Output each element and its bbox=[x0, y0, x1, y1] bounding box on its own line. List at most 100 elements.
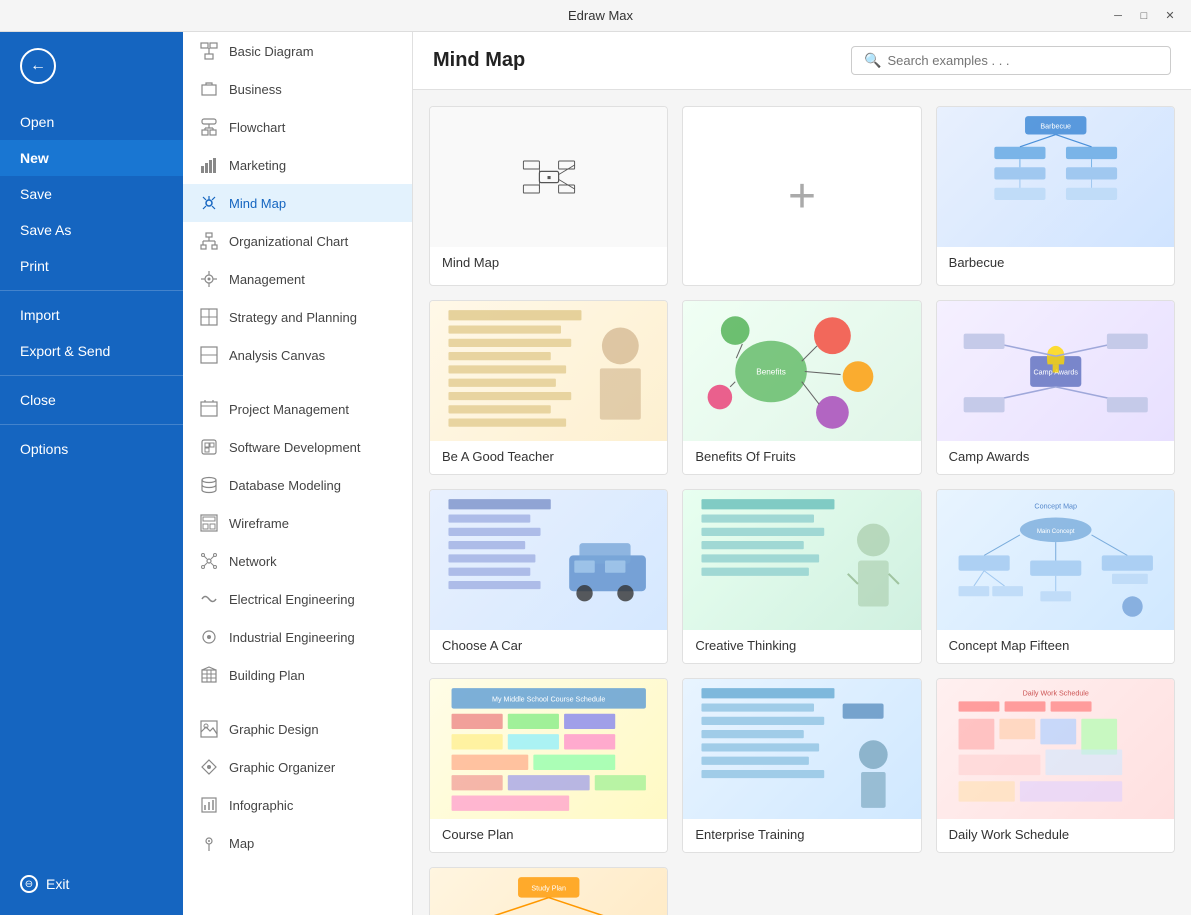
template-thumb-choose-car bbox=[430, 490, 667, 630]
strategy-icon bbox=[199, 307, 219, 327]
category-graphic-design[interactable]: Graphic Design bbox=[183, 710, 412, 748]
project-mgmt-icon bbox=[199, 399, 219, 419]
category-graphic-organizer[interactable]: Graphic Organizer bbox=[183, 748, 412, 786]
template-thumb-benefits: Benefits bbox=[683, 301, 920, 441]
category-building[interactable]: Building Plan bbox=[183, 656, 412, 694]
category-label: Map bbox=[229, 836, 254, 851]
sidebar-item-save[interactable]: Save bbox=[0, 176, 183, 212]
category-electrical[interactable]: Electrical Engineering bbox=[183, 580, 412, 618]
category-strategy[interactable]: Strategy and Planning bbox=[183, 298, 412, 336]
sidebar-divider2 bbox=[0, 375, 183, 376]
template-card-course[interactable]: My Middle School Course Schedule bbox=[429, 678, 668, 853]
template-label: Benefits Of Fruits bbox=[683, 441, 920, 474]
category-label: Basic Diagram bbox=[229, 44, 314, 59]
sidebar-item-close[interactable]: Close bbox=[0, 382, 183, 418]
management-icon bbox=[199, 269, 219, 289]
category-network[interactable]: Network bbox=[183, 542, 412, 580]
category-analysis[interactable]: Analysis Canvas bbox=[183, 336, 412, 374]
template-card-good-teacher[interactable]: Be A Good Teacher bbox=[429, 300, 668, 475]
search-bar[interactable]: 🔍 bbox=[851, 46, 1171, 75]
category-label: Mind Map bbox=[229, 196, 286, 211]
template-label: Camp Awards bbox=[937, 441, 1174, 474]
category-database[interactable]: Database Modeling bbox=[183, 466, 412, 504]
template-label: Concept Map Fifteen bbox=[937, 630, 1174, 663]
org-chart-icon bbox=[199, 231, 219, 251]
template-card-mindmap[interactable]: ■ Mind Map bbox=[429, 106, 668, 286]
category-label: Wireframe bbox=[229, 516, 289, 531]
minimize-button[interactable]: ─ bbox=[1109, 7, 1127, 25]
category-wireframe[interactable]: Wireframe bbox=[183, 504, 412, 542]
templates-scroll[interactable]: ■ Mind Map bbox=[413, 90, 1191, 915]
category-infographic[interactable]: Infographic bbox=[183, 786, 412, 824]
search-input[interactable] bbox=[887, 53, 1158, 68]
templates-grid: ■ Mind Map bbox=[429, 106, 1175, 915]
svg-text:Study Plan: Study Plan bbox=[531, 884, 566, 892]
category-flowchart[interactable]: Flowchart bbox=[183, 108, 412, 146]
network-icon bbox=[199, 551, 219, 571]
template-label: Be A Good Teacher bbox=[430, 441, 667, 474]
template-card-choose-car[interactable]: Choose A Car bbox=[429, 489, 668, 664]
app-title: Edraw Max bbox=[92, 8, 1109, 23]
exit-label: Exit bbox=[46, 876, 69, 892]
template-label: Creative Thinking bbox=[683, 630, 920, 663]
sidebar: ← Open New Save Save As Print Import Exp… bbox=[0, 32, 183, 915]
sidebar-item-export[interactable]: Export & Send bbox=[0, 333, 183, 369]
sidebar-item-options[interactable]: Options bbox=[0, 431, 183, 467]
sidebar-item-new[interactable]: New bbox=[0, 140, 183, 176]
industrial-icon bbox=[199, 627, 219, 647]
exit-icon: ⊖ bbox=[20, 875, 38, 893]
template-thumb-good-teacher bbox=[430, 301, 667, 441]
svg-text:My Middle School Course Schedu: My Middle School Course Schedule bbox=[492, 695, 605, 703]
category-map[interactable]: Map bbox=[183, 824, 412, 862]
category-business[interactable]: Business bbox=[183, 70, 412, 108]
sidebar-item-open[interactable]: Open bbox=[0, 104, 183, 140]
template-card-daily[interactable]: Daily Work Schedule bbox=[936, 678, 1175, 853]
category-basic-diagram[interactable]: Basic Diagram bbox=[183, 32, 412, 70]
category-label: Management bbox=[229, 272, 305, 287]
map-icon bbox=[199, 833, 219, 853]
category-management[interactable]: Management bbox=[183, 260, 412, 298]
category-label: Project Management bbox=[229, 402, 349, 417]
template-card-concept[interactable]: Concept Map Main Concept bbox=[936, 489, 1175, 664]
content-title: Mind Map bbox=[433, 49, 525, 72]
category-label: Strategy and Planning bbox=[229, 310, 357, 325]
template-label: Course Plan bbox=[430, 819, 667, 852]
category-org-chart[interactable]: Organizational Chart bbox=[183, 222, 412, 260]
template-card-extra[interactable]: Study Plan Study Plan bbox=[429, 867, 668, 915]
graphic-organizer-icon bbox=[199, 757, 219, 777]
template-card-creative[interactable]: Creative Thinking bbox=[682, 489, 921, 664]
plus-icon: + bbox=[788, 169, 816, 224]
exit-button[interactable]: ⊖ Exit bbox=[0, 865, 183, 903]
category-marketing[interactable]: Marketing bbox=[183, 146, 412, 184]
category-label: Graphic Organizer bbox=[229, 760, 335, 775]
template-card-benefits[interactable]: Benefits bbox=[682, 300, 921, 475]
sidebar-item-save-as[interactable]: Save As bbox=[0, 212, 183, 248]
database-icon bbox=[199, 475, 219, 495]
category-project-mgmt[interactable]: Project Management bbox=[183, 390, 412, 428]
sidebar-item-import[interactable]: Import bbox=[0, 297, 183, 333]
template-label: Barbecue bbox=[937, 247, 1174, 280]
template-card-enterprise[interactable]: Enterprise Training bbox=[682, 678, 921, 853]
close-button[interactable]: ✕ bbox=[1161, 7, 1179, 25]
svg-text:Daily Work Schedule: Daily Work Schedule bbox=[1022, 689, 1088, 697]
template-thumb-extra: Study Plan bbox=[430, 868, 667, 915]
template-label: Mind Map bbox=[430, 247, 667, 280]
category-label: Graphic Design bbox=[229, 722, 319, 737]
category-software-dev[interactable]: Software Development bbox=[183, 428, 412, 466]
category-industrial[interactable]: Industrial Engineering bbox=[183, 618, 412, 656]
template-card-barbecue[interactable]: Barbecue bbox=[936, 106, 1175, 286]
template-thumb-course: My Middle School Course Schedule bbox=[430, 679, 667, 819]
template-thumb-camp: Camp Awards bbox=[937, 301, 1174, 441]
flowchart-icon bbox=[199, 117, 219, 137]
sidebar-item-print[interactable]: Print bbox=[0, 248, 183, 284]
template-card-camp[interactable]: Camp Awards bbox=[936, 300, 1175, 475]
software-dev-icon bbox=[199, 437, 219, 457]
maximize-button[interactable]: □ bbox=[1135, 7, 1153, 25]
template-thumb-barbecue: Barbecue bbox=[937, 107, 1174, 247]
electrical-icon bbox=[199, 589, 219, 609]
graphic-design-icon bbox=[199, 719, 219, 739]
template-card-new[interactable]: + bbox=[682, 106, 921, 286]
category-mind-map[interactable]: Mind Map bbox=[183, 184, 412, 222]
category-label: Industrial Engineering bbox=[229, 630, 355, 645]
back-button[interactable]: ← bbox=[0, 32, 183, 100]
